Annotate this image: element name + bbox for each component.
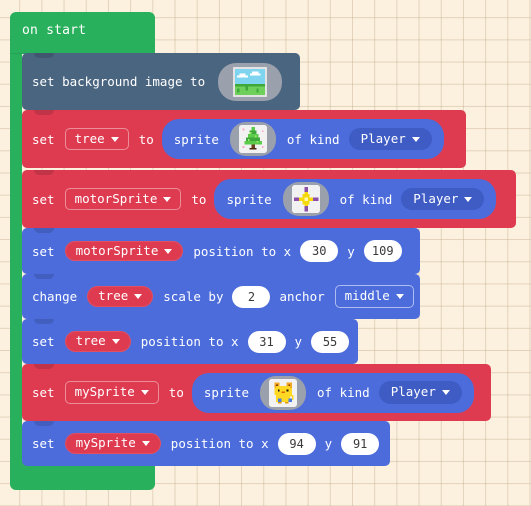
variable-dropdown-mysprite-value: mySprite <box>74 384 135 400</box>
x-value-input[interactable]: 94 <box>277 432 316 455</box>
sprite-image-field-motorsprite[interactable] <box>282 182 329 216</box>
variable-dropdown-tree[interactable]: tree <box>87 286 154 307</box>
to-label: to <box>168 385 184 400</box>
on-start-left-rail <box>10 54 22 478</box>
blocks-workspace[interactable]: on start set background image to set tre… <box>0 0 531 506</box>
to-label: to <box>191 191 207 207</box>
kind-dropdown-tree[interactable]: Player <box>348 127 432 151</box>
star-sprite-thumbnail <box>291 185 320 213</box>
y-label: y <box>324 436 333 451</box>
block-set-motorsprite-position[interactable]: set motorSprite position to x 30 y 109 <box>22 228 420 274</box>
block-set-mysprite-to-sprite[interactable]: set mySprite to sprite of kind Player <box>22 364 491 421</box>
block-set-mysprite-position[interactable]: set mySprite position to x 94 y 91 <box>22 421 390 466</box>
scale-by-label: scale by <box>163 289 224 304</box>
sprite-label: sprite <box>226 191 272 207</box>
kind-dropdown-motorsprite[interactable]: Player <box>401 187 485 211</box>
chevron-down-icon <box>164 248 173 254</box>
x-value-input[interactable]: 31 <box>247 330 286 353</box>
chevron-down-icon <box>464 196 473 202</box>
set-label: set <box>32 131 55 147</box>
set-background-image-label: set background image to <box>32 74 206 89</box>
set-label: set <box>32 243 55 259</box>
y-label: y <box>347 243 355 259</box>
position-to-x-label: position to x <box>193 243 292 259</box>
kind-dropdown-mysprite-value: Player <box>390 384 436 400</box>
position-to-x-label: position to x <box>170 436 269 451</box>
sprite-reporter-motorsprite[interactable]: sprite of kind Player <box>214 179 497 219</box>
block-set-tree-position[interactable]: set tree position to x 31 y 55 <box>22 319 358 364</box>
block-set-tree-to-sprite[interactable]: set tree to sprite of kind Player <box>22 110 466 168</box>
set-label: set <box>32 385 55 400</box>
sprite-label: sprite <box>203 385 250 400</box>
anchor-dropdown-value: middle <box>344 288 390 304</box>
variable-dropdown-tree-value: tree <box>98 288 129 304</box>
variable-dropdown-motorsprite[interactable]: motorSprite <box>64 187 182 211</box>
set-label: set <box>32 191 55 207</box>
y-value-input[interactable]: 91 <box>341 432 380 455</box>
on-start-label: on start <box>22 23 87 38</box>
on-start-foot <box>10 462 155 490</box>
anchor-label: anchor <box>279 289 325 304</box>
block-set-motorsprite-to-sprite[interactable]: set motorSprite to sprite of kind Player <box>22 170 516 228</box>
variable-dropdown-motorsprite[interactable]: motorSprite <box>64 240 184 262</box>
sprite-reporter-mysprite[interactable]: sprite of kind Player <box>191 372 474 413</box>
set-label: set <box>32 436 55 451</box>
y-value-input[interactable]: 55 <box>311 330 350 353</box>
chevron-down-icon <box>411 136 420 142</box>
set-label: set <box>32 334 55 349</box>
sprite-reporter-tree[interactable]: sprite of kind Player <box>161 119 444 159</box>
scale-value-input[interactable]: 2 <box>232 285 271 308</box>
creature-sprite-thumbnail <box>269 378 298 407</box>
block-change-tree-scale[interactable]: change tree scale by 2 anchor middle <box>22 274 420 319</box>
block-set-background-image[interactable]: set background image to <box>22 53 300 110</box>
sprite-image-field-mysprite[interactable] <box>260 375 307 410</box>
variable-dropdown-tree[interactable]: tree <box>64 331 131 352</box>
to-label: to <box>138 131 154 147</box>
of-kind-label: of kind <box>286 131 340 147</box>
background-image-field[interactable] <box>218 62 283 101</box>
variable-dropdown-mysprite[interactable]: mySprite <box>64 433 161 454</box>
tree-sprite-thumbnail <box>238 125 267 153</box>
y-value-input[interactable]: 109 <box>363 240 402 262</box>
variable-dropdown-motorsprite-value: motorSprite <box>74 190 158 206</box>
variable-dropdown-mysprite-value: mySprite <box>75 435 136 451</box>
chevron-down-icon <box>395 294 404 299</box>
sprite-image-field-tree[interactable] <box>229 122 276 156</box>
y-label: y <box>294 334 303 349</box>
chevron-down-icon <box>141 441 150 446</box>
of-kind-label: of kind <box>317 385 370 400</box>
variable-dropdown-mysprite[interactable]: mySprite <box>64 381 159 404</box>
background-image-thumbnail <box>232 66 268 97</box>
chevron-down-icon <box>134 294 143 299</box>
on-start-event-block[interactable]: on start <box>10 12 155 54</box>
kind-dropdown-mysprite[interactable]: Player <box>378 381 462 404</box>
variable-dropdown-tree[interactable]: tree <box>64 127 129 151</box>
variable-dropdown-tree-value: tree <box>74 130 105 146</box>
variable-dropdown-motorsprite-value: motorSprite <box>75 242 159 258</box>
chevron-down-icon <box>140 390 149 395</box>
anchor-dropdown[interactable]: middle <box>334 285 414 308</box>
of-kind-label: of kind <box>339 191 393 207</box>
chevron-down-icon <box>110 136 119 142</box>
sprite-label: sprite <box>173 131 219 147</box>
kind-dropdown-tree-value: Player <box>360 130 406 146</box>
chevron-down-icon <box>111 339 120 344</box>
x-value-input[interactable]: 30 <box>300 240 339 262</box>
change-label: change <box>32 289 78 304</box>
on-start-hat[interactable]: on start <box>10 12 155 54</box>
variable-dropdown-tree-value: tree <box>75 333 106 349</box>
chevron-down-icon <box>441 390 450 395</box>
chevron-down-icon <box>163 196 172 202</box>
kind-dropdown-motorsprite-value: Player <box>413 190 459 206</box>
position-to-x-label: position to x <box>140 334 239 349</box>
